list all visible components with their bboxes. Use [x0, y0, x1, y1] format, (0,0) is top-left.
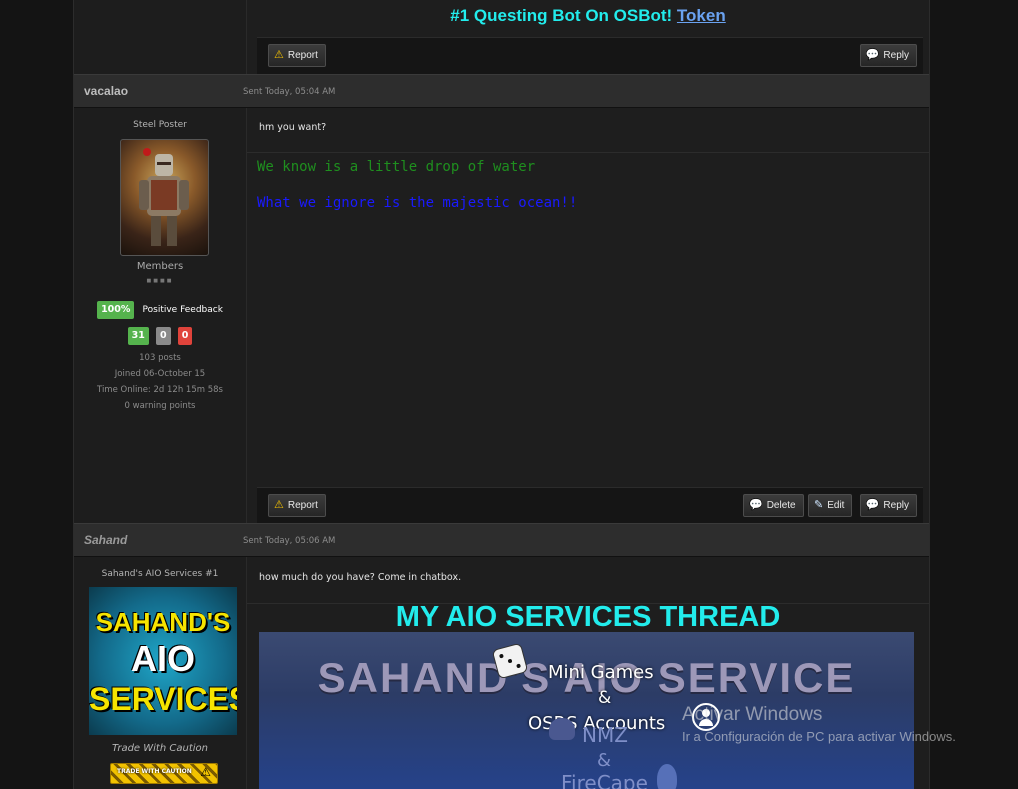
- time-online: Time Online: 2d 12h 15m 58s: [97, 385, 223, 395]
- button-label: Reply: [883, 50, 909, 61]
- reply-button[interactable]: 💬 Reply: [859, 494, 917, 517]
- delete-button[interactable]: 💬 Delete: [743, 494, 804, 517]
- banner-line-2: &: [598, 688, 612, 708]
- positive-count-badge[interactable]: 31: [127, 327, 149, 345]
- feedback-percent-badge[interactable]: 100%: [97, 301, 135, 319]
- button-label: Report: [287, 500, 318, 511]
- feedback-summary: 100% Positive Feedback: [74, 297, 246, 319]
- report-button[interactable]: ⚠ Report: [268, 44, 326, 67]
- avatar-line-1: SAHAND'S: [95, 607, 231, 637]
- signature-line-1: We know is a little drop of water: [257, 159, 536, 175]
- user-title: Sahand's AIO Services #1: [101, 569, 219, 579]
- avatar-line-2: AIO: [130, 638, 195, 679]
- post-actions: ⚠ Report 💬 Reply: [257, 37, 923, 74]
- edit-button[interactable]: ✎ Edit: [808, 494, 853, 517]
- token-link[interactable]: Token: [677, 6, 726, 25]
- warning-points: 0 warning points: [124, 401, 196, 411]
- post-body: hm you want? We know is a little drop of…: [247, 108, 929, 523]
- banner-line-1: Mini Games: [548, 662, 654, 683]
- banner-line-5: &: [597, 750, 612, 771]
- watermark-title: Activar Windows: [682, 704, 823, 725]
- banner-line-4: NMZ: [582, 723, 628, 747]
- join-date: Joined 06-October 15: [114, 369, 206, 379]
- post-date: Sent Today, 05:04 AM: [243, 87, 336, 97]
- post-header: vacalao Sent Today, 05:04 AM: [74, 74, 929, 108]
- post-actions: ⚠ Report 💬 Delete ✎ Edit 💬 Reply: [257, 487, 923, 524]
- speech-bubble-icon: 💬: [865, 499, 880, 511]
- button-label: Delete: [766, 500, 796, 511]
- avatar-line-3: SERVICES: [89, 681, 237, 717]
- negative-count-badge[interactable]: 0: [177, 327, 193, 345]
- signature-line-2: What we ignore is the majestic ocean!!: [257, 195, 578, 211]
- post-body: how much do you have? Come in chatbox. M…: [247, 557, 929, 789]
- delete-bubble-icon: 💬: [749, 499, 763, 511]
- reply-button[interactable]: 💬 Reply: [859, 44, 917, 67]
- button-label: Reply: [883, 500, 909, 511]
- speech-bubble-icon: 💬: [865, 49, 880, 61]
- signature-text: #1 Questing Bot On OSBot!: [450, 6, 677, 25]
- warning-icon: ⚠: [274, 499, 284, 511]
- signature-title: #1 Questing Bot On OSBot! Token: [247, 6, 929, 26]
- user-panel: Sahand's AIO Services #1 SAHAND'S AIO SE…: [74, 557, 247, 789]
- caution-warning-icon: ⚠: [200, 765, 211, 779]
- banner-line-6: FireCape: [561, 771, 648, 789]
- post-message: hm you want?: [259, 122, 327, 133]
- user-group: Members: [136, 261, 184, 272]
- skull-icon: [549, 718, 575, 740]
- trade-caution-label: Trade With Caution: [112, 743, 208, 754]
- watermark-subtitle: Ir a Configuración de PC para activar Wi…: [682, 729, 956, 744]
- edit-pencil-icon: ✎: [814, 499, 824, 511]
- user-title: Steel Poster: [133, 120, 187, 130]
- caution-badge: TRADE WITH CAUTION ⚠: [110, 763, 218, 784]
- username-link[interactable]: vacalao: [84, 84, 128, 98]
- post-header: Sahand Sent Today, 05:06 AM: [74, 523, 929, 557]
- signature-divider: [247, 152, 929, 153]
- flame-icon: [657, 764, 677, 789]
- rank-pips: ■■■■: [146, 278, 174, 284]
- post-date: Sent Today, 05:06 AM: [243, 536, 336, 546]
- windows-activation-watermark: Activar Windows Ir a Configuración de PC…: [682, 704, 956, 744]
- report-button[interactable]: ⚠ Report: [268, 494, 326, 517]
- user-stats: 103 posts Joined 06-October 15 Time Onli…: [74, 350, 246, 414]
- feedback-label[interactable]: Positive Feedback: [143, 305, 223, 315]
- button-label: Report: [287, 50, 318, 61]
- forum-thread: #1 Questing Bot On OSBot! Token ⚠ Report …: [73, 0, 930, 789]
- knight-icon: [139, 148, 189, 246]
- avatar[interactable]: SAHAND'S AIO SERVICES: [89, 587, 237, 735]
- feedback-counts: 31 0 0: [74, 323, 246, 345]
- avatar[interactable]: [120, 139, 209, 256]
- button-label: Edit: [827, 500, 845, 511]
- username-link[interactable]: Sahand: [84, 533, 127, 547]
- user-panel: Steel Poster Members ■■■■ 100% Positive …: [74, 108, 247, 523]
- post-message: how much do you have? Come in chatbox.: [259, 572, 462, 583]
- services-thread-link[interactable]: MY AIO SERVICES THREAD: [247, 601, 929, 634]
- user-panel: [74, 0, 247, 74]
- post-count[interactable]: 103 posts: [74, 350, 246, 366]
- neutral-count-badge[interactable]: 0: [155, 327, 171, 345]
- warning-icon: ⚠: [274, 49, 284, 61]
- caution-badge-text: TRADE WITH CAUTION: [117, 768, 192, 775]
